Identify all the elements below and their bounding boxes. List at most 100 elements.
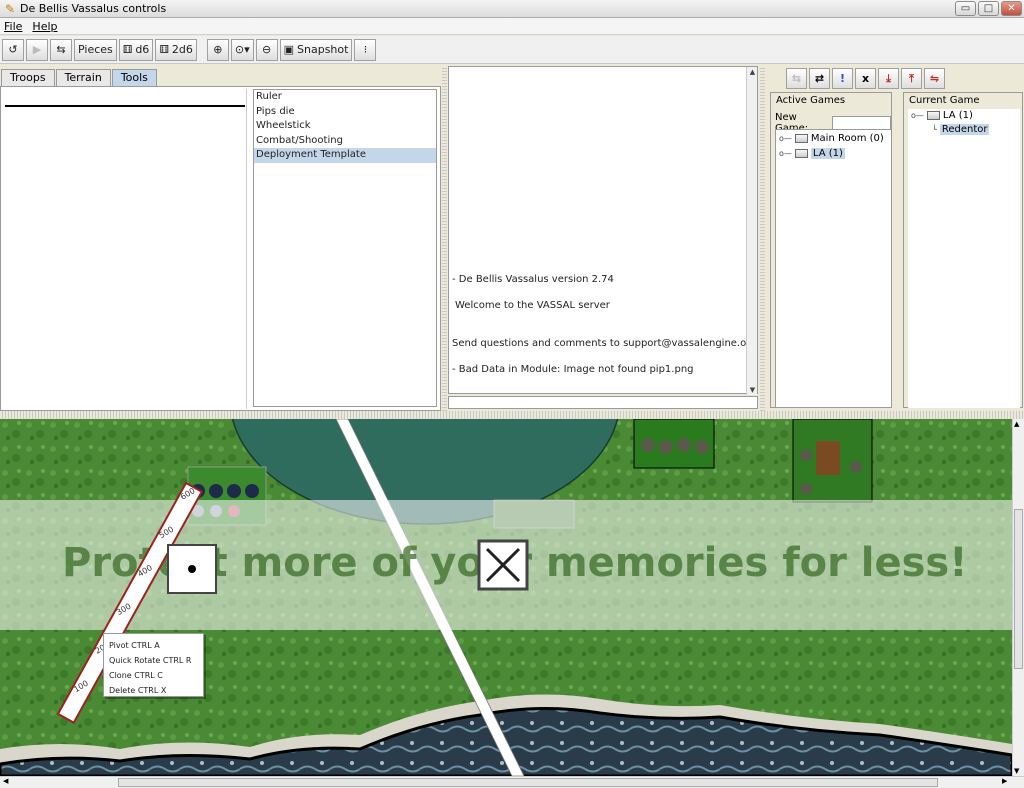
folder-icon	[794, 134, 808, 143]
piece-palette: Troops Terrain Tools Ruler Pips die Whee…	[0, 66, 442, 411]
chat-scrollbar[interactable]: ▲ ▼	[746, 67, 757, 395]
map-vertical-scrollbar[interactable]: ▲ ▼	[1012, 419, 1024, 776]
camera-icon: ▣	[283, 43, 295, 56]
pane-splitter[interactable]	[760, 66, 765, 411]
connect-icon[interactable]: ⇆	[786, 68, 807, 89]
scroll-up-icon[interactable]: ▲	[1014, 420, 1019, 428]
zoom-in-button[interactable]: ⊕	[206, 38, 229, 61]
tools-preview	[3, 89, 247, 409]
active-games-panel: Active Games New Game: o— Main Room (0) …	[770, 92, 892, 408]
swap-arrows-icon: ⇆	[56, 43, 66, 56]
server-pane: ⇆ ⇄ ! x ⤓ ⤒ ⇋ Active Games New Game: o— …	[766, 66, 1024, 411]
palette-tabs: Troops Terrain Tools	[0, 66, 442, 86]
tree-handle-icon[interactable]: o—	[911, 111, 924, 120]
chat-input[interactable]	[448, 396, 758, 409]
snapshot-button[interactable]: ▣ Snapshot	[279, 38, 353, 61]
scroll-thumb[interactable]	[1014, 509, 1023, 669]
toolbar: ↺ ▶ ⇆ Pieces ⚅ d6 ⚅ 2d6 ⊕ ⊙▾ ⊖ ▣ Snapshot ⁝	[0, 36, 1024, 64]
map-overlay: 600 500 400 300 200 100	[56, 481, 529, 724]
step-forward-button[interactable]: ▶	[26, 38, 48, 61]
tree-node-current-room[interactable]: o— LA (1)	[911, 110, 973, 121]
folder-icon	[926, 111, 940, 120]
map-splitter[interactable]	[0, 411, 1024, 419]
download-icon[interactable]: ⤓	[878, 68, 899, 89]
pips-die-marker[interactable]	[167, 544, 217, 594]
menu-item-clone[interactable]: Clone CTRL C	[104, 668, 203, 683]
list-item[interactable]: Wheelstick	[254, 119, 436, 134]
upload-icon[interactable]: ⤒	[901, 68, 922, 89]
scroll-down-icon[interactable]: ▼	[1014, 767, 1019, 775]
zoom-out-icon: ⊖	[262, 43, 272, 56]
current-game-title: Current Game	[909, 95, 980, 106]
alert-icon[interactable]: !	[832, 68, 853, 89]
chat-line: Send questions and comments to support@v…	[452, 338, 757, 349]
step-forward-icon: ▶	[32, 43, 42, 56]
room-label: LA (1)	[942, 110, 973, 121]
tab-terrain[interactable]: Terrain	[55, 69, 111, 86]
list-item[interactable]: Pips die	[254, 105, 436, 120]
traffic-light-button[interactable]: ⁝	[354, 38, 377, 61]
tools-list[interactable]: Ruler Pips die Wheelstick Combat/Shootin…	[253, 89, 437, 407]
scroll-up-icon[interactable]: ▲	[748, 68, 757, 76]
tree-handle-icon[interactable]: o—	[779, 134, 792, 143]
scroll-down-icon[interactable]: ▼	[748, 386, 757, 394]
maximize-button[interactable]: □	[978, 1, 999, 16]
tree-node-la[interactable]: o— LA (1)	[779, 148, 845, 159]
list-item[interactable]: Combat/Shooting	[254, 134, 436, 149]
menu-item-quick-rotate[interactable]: Quick Rotate CTRL R	[104, 653, 203, 668]
tree-handle-icon[interactable]: o—	[779, 149, 792, 158]
dice-icon: ⚅	[122, 43, 133, 56]
menu-item-delete[interactable]: Delete CTRL X	[104, 683, 203, 698]
scroll-thumb[interactable]	[118, 778, 938, 787]
zoom-select-button[interactable]: ⊙▾	[230, 38, 254, 61]
title-bar: ✎ De Bellis Vassalus controls ▭ □ ✕	[0, 0, 1024, 18]
map-horizontal-scrollbar[interactable]: ◀ ▶	[0, 776, 1024, 788]
server-settings-icon[interactable]: ⇄	[809, 68, 830, 89]
server-toolbar: ⇆ ⇄ ! x ⤓ ⤒ ⇋	[786, 68, 945, 89]
pieces-button[interactable]: Pieces	[74, 38, 117, 61]
close-button[interactable]: ✕	[1001, 1, 1022, 16]
window-title: De Bellis Vassalus controls	[20, 2, 167, 15]
undo-button[interactable]: ↺	[2, 38, 24, 61]
window-controls: ▭ □ ✕	[955, 1, 1022, 16]
traffic-light-icon: ⁝	[363, 43, 368, 56]
room-label: LA (1)	[810, 148, 845, 159]
active-games-title: Active Games	[776, 95, 846, 106]
vassal-icon: ✎	[4, 1, 16, 16]
games-tree: o— Main Room (0) o— LA (1)	[775, 129, 892, 408]
piece-context-menu: Pivot CTRL A Quick Rotate CTRL R Clone C…	[103, 633, 204, 697]
2d6-label: 2d6	[171, 43, 193, 56]
tree-node-main-room[interactable]: o— Main Room (0)	[779, 133, 884, 144]
pieces-label: Pieces	[78, 43, 113, 56]
menu-file[interactable]: File	[4, 20, 22, 33]
list-item[interactable]: Ruler	[254, 90, 436, 105]
current-game-panel: Current Game o— LA (1) └ Redentor	[903, 92, 1023, 408]
scroll-right-icon[interactable]: ▶	[1002, 777, 1007, 785]
tab-troops[interactable]: Troops	[1, 69, 55, 86]
chat-pane: - De Bellis Vassalus version 2.74 Welcom…	[448, 66, 760, 411]
scroll-left-icon[interactable]: ◀	[3, 777, 8, 785]
sync-icon[interactable]: ⇋	[924, 68, 945, 89]
tab-tools[interactable]: Tools	[111, 69, 157, 86]
new-game-input[interactable]	[832, 116, 891, 130]
game-map[interactable]: Protect more of your memories for less! …	[0, 419, 1012, 776]
swap-button[interactable]: ⇆	[50, 38, 72, 61]
zoom-out-button[interactable]: ⊖	[255, 38, 278, 61]
menu-help[interactable]: Help	[32, 20, 57, 33]
snapshot-label: Snapshot	[297, 43, 349, 56]
combat-marker[interactable]	[477, 539, 529, 591]
menu-bar: File Help	[0, 18, 1024, 35]
close-x-icon[interactable]: x	[855, 68, 876, 89]
tree-branch-icon: └	[932, 125, 937, 134]
tree-node-player[interactable]: └ Redentor	[932, 124, 990, 135]
pane-splitter[interactable]	[442, 66, 447, 411]
d6-button[interactable]: ⚅ d6	[118, 38, 154, 61]
tools-tab-body: Ruler Pips die Wheelstick Combat/Shootin…	[0, 86, 441, 411]
minimize-button[interactable]: ▭	[955, 1, 976, 16]
undo-icon: ↺	[8, 43, 18, 56]
menu-item-pivot[interactable]: Pivot CTRL A	[104, 638, 203, 653]
chat-line: Welcome to the VASSAL server	[455, 300, 610, 311]
list-item-selected[interactable]: Deployment Template	[254, 148, 436, 163]
current-game-tree: o— LA (1) └ Redentor	[908, 109, 1020, 408]
2d6-button[interactable]: ⚅ 2d6	[155, 38, 197, 61]
